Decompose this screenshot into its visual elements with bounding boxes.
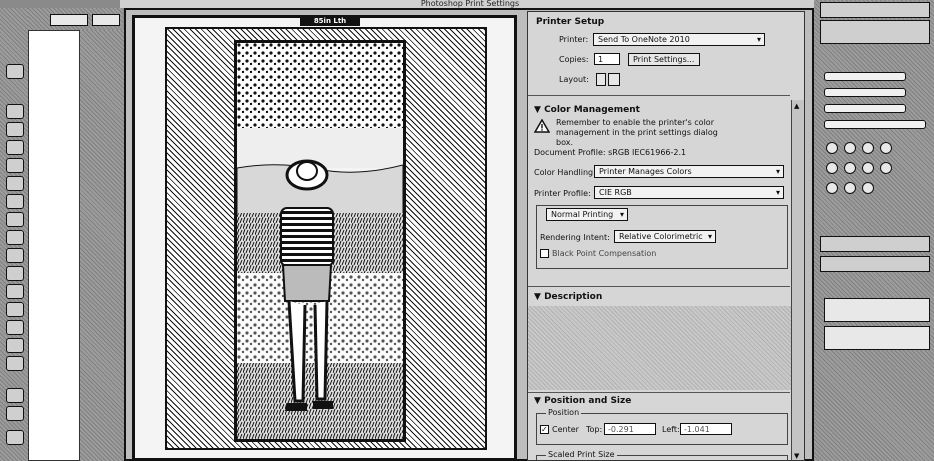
- healing-tool-icon[interactable]: [6, 194, 24, 209]
- collapse-arrow-icon: ▼: [534, 396, 545, 406]
- scaled-group-label: Scaled Print Size: [546, 450, 617, 459]
- adjust-slider-2[interactable]: [824, 88, 906, 97]
- layer-row[interactable]: [824, 326, 930, 350]
- options-bar: [28, 8, 123, 30]
- blur-tool-icon[interactable]: [6, 302, 24, 317]
- printer-setup-title: Printer Setup: [536, 17, 605, 27]
- adjust-slider-4[interactable]: [824, 120, 926, 129]
- scroll-down-icon[interactable]: ▼: [794, 452, 799, 460]
- settings-scrollbar[interactable]: ▲ ▼: [791, 100, 804, 460]
- left-input[interactable]: -1.041: [680, 423, 732, 435]
- printer-dropdown[interactable]: Send To OneNote 2010: [593, 33, 765, 46]
- adjustment-icon-10[interactable]: [844, 182, 856, 194]
- adjustment-icon-2[interactable]: [844, 142, 856, 154]
- lasso-tool-icon[interactable]: [6, 122, 24, 137]
- paper-dimension-label: 85in Lth: [300, 16, 360, 26]
- scroll-up-icon[interactable]: ▲: [794, 102, 799, 110]
- layout-label: Layout:: [559, 75, 589, 84]
- description-section[interactable]: ▼ Description: [534, 292, 602, 302]
- adjustment-icon-4[interactable]: [880, 142, 892, 154]
- black-point-label: Black Point Compensation: [552, 249, 657, 258]
- color-handling-label: Color Handling:: [534, 168, 596, 177]
- left-label: Left:: [662, 425, 680, 434]
- eyedropper-tool-icon[interactable]: [6, 176, 24, 191]
- color-management-title: Color Management: [544, 105, 640, 115]
- color-management-section[interactable]: ▼ Color Management: [534, 105, 640, 115]
- eraser-tool-icon[interactable]: [6, 266, 24, 281]
- adjust-slider-3[interactable]: [824, 104, 906, 113]
- center-label: Center: [552, 425, 579, 434]
- pen-tool-icon[interactable]: [6, 338, 24, 353]
- rendering-intent-label: Rendering Intent:: [540, 233, 610, 242]
- hand-tool-icon[interactable]: [6, 388, 24, 403]
- description-title: Description: [544, 292, 603, 302]
- tools-panel: [0, 8, 28, 461]
- printer-profile-dropdown[interactable]: CIE RGB: [594, 186, 784, 199]
- adjustment-icon-11[interactable]: [862, 182, 874, 194]
- panel-tabs[interactable]: [820, 20, 930, 44]
- black-point-checkbox[interactable]: [540, 249, 549, 258]
- clone-tool-icon[interactable]: [6, 230, 24, 245]
- adjustment-icon-9[interactable]: [826, 182, 838, 194]
- color-handling-dropdown[interactable]: Printer Manages Colors: [594, 165, 784, 178]
- quick-select-tool-icon[interactable]: [6, 140, 24, 155]
- warning-text: Remember to enable the printer's color m…: [556, 118, 718, 147]
- adjustment-icon-6[interactable]: [844, 162, 856, 174]
- type-tool-icon[interactable]: [6, 356, 24, 371]
- move-tool-icon[interactable]: [6, 64, 24, 79]
- printer-profile-label: Printer Profile:: [534, 189, 591, 198]
- description-box: [528, 306, 793, 390]
- panel-header-top: [820, 2, 930, 18]
- position-group-label: Position: [546, 408, 582, 417]
- adjustment-icon-3[interactable]: [862, 142, 874, 154]
- adjustment-icon-7[interactable]: [862, 162, 874, 174]
- adjustment-icon-5[interactable]: [826, 162, 838, 174]
- rendering-intent-dropdown[interactable]: Relative Colorimetric: [614, 230, 716, 243]
- gradient-tool-icon[interactable]: [6, 284, 24, 299]
- warning-icon: [533, 118, 551, 133]
- workspace-canvas: [28, 30, 80, 461]
- zoom-tool-icon[interactable]: [6, 406, 24, 421]
- layout-portrait-icon[interactable]: [596, 73, 606, 86]
- top-label: Top:: [586, 425, 603, 434]
- crop-tool-icon[interactable]: [6, 158, 24, 173]
- layer-row[interactable]: [824, 298, 930, 322]
- printer-label: Printer:: [559, 35, 589, 44]
- settings-panel: Printer Setup Printer: Send To OneNote 2…: [527, 11, 805, 461]
- position-size-section[interactable]: ▼ Position and Size: [534, 396, 631, 406]
- dodge-tool-icon[interactable]: [6, 320, 24, 335]
- copies-label: Copies:: [559, 55, 589, 64]
- layers-blend-row[interactable]: [820, 256, 930, 272]
- layers-panel-header[interactable]: [820, 236, 930, 252]
- collapse-arrow-icon: ▼: [534, 105, 545, 115]
- brush-tool-icon[interactable]: [6, 212, 24, 227]
- workspace-gutter: [80, 30, 124, 461]
- photo-illustration: [237, 43, 403, 439]
- options-field[interactable]: [92, 14, 120, 26]
- image-preview[interactable]: [234, 40, 406, 442]
- printing-mode-dropdown[interactable]: Normal Printing: [546, 208, 628, 221]
- adjustment-icon-8[interactable]: [880, 162, 892, 174]
- history-brush-tool-icon[interactable]: [6, 248, 24, 263]
- window-title: Photoshop Print Settings: [120, 0, 820, 8]
- adjust-slider-1[interactable]: [824, 72, 906, 81]
- right-panels: [814, 0, 934, 461]
- print-settings-button[interactable]: Print Settings...: [628, 53, 700, 66]
- position-size-title: Position and Size: [544, 396, 632, 406]
- copies-input[interactable]: 1: [594, 53, 620, 65]
- adjustment-icon-1[interactable]: [826, 142, 838, 154]
- center-checkbox[interactable]: ✓: [540, 425, 549, 434]
- marquee-tool-icon[interactable]: [6, 104, 24, 119]
- options-dropdown[interactable]: [50, 14, 88, 26]
- layout-landscape-icon[interactable]: [608, 73, 620, 86]
- color-swatch-icon[interactable]: [6, 430, 24, 445]
- collapse-arrow-icon: ▼: [534, 292, 545, 302]
- document-profile-text: Document Profile: sRGB IEC61966-2.1: [534, 148, 687, 157]
- top-input[interactable]: -0.291: [604, 423, 656, 435]
